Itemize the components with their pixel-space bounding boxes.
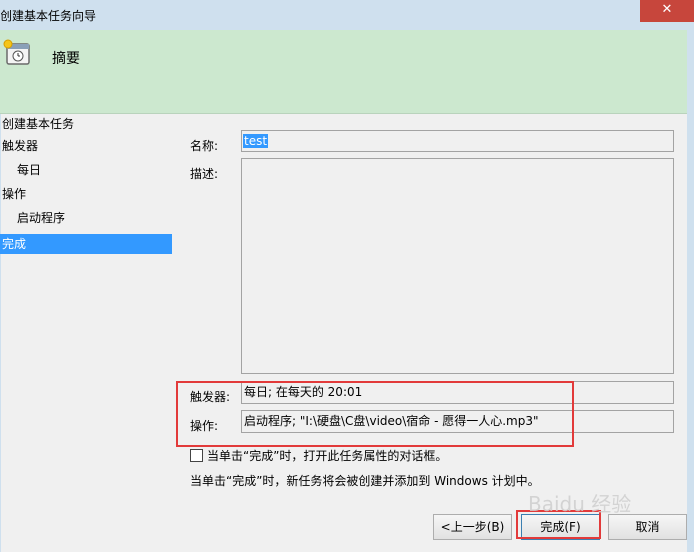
nav-step-start-program[interactable]: 启动程序	[17, 208, 65, 228]
name-field[interactable]: test	[241, 130, 674, 152]
title-bar: 创建基本任务向导	[0, 0, 694, 30]
nav-step-action[interactable]: 操作	[2, 184, 26, 204]
highlight-box	[176, 381, 574, 447]
name-value: test	[243, 134, 269, 148]
close-button[interactable]: ✕	[640, 0, 694, 22]
nav-step-create-basic-task[interactable]: 创建基本任务	[2, 114, 74, 134]
nav-step-finish[interactable]: 完成	[0, 234, 172, 254]
cancel-button[interactable]: 取消	[608, 514, 687, 540]
nav-step-label: 启动程序	[17, 211, 66, 225]
baidu-watermark: Baidu 经验	[528, 492, 632, 516]
window-title: 创建基本任务向导	[0, 9, 97, 23]
page-title: 摘要	[52, 51, 80, 67]
back-button[interactable]: <上一步(B)	[433, 514, 512, 540]
nav-step-daily[interactable]: 每日	[17, 160, 41, 180]
open-properties-checkbox-label[interactable]: 当单击“完成”时，打开此任务属性的对话框。	[207, 447, 447, 464]
nav-step-trigger[interactable]: 触发器	[2, 136, 38, 156]
description-label: 描述:	[190, 167, 219, 181]
wizard-header: 摘要	[0, 30, 687, 114]
open-properties-checkbox[interactable]	[190, 449, 203, 462]
nav-step-label: 操作	[2, 187, 27, 201]
nav-step-label: 完成	[2, 237, 27, 251]
nav-step-label: 每日	[17, 163, 42, 177]
nav-step-label: 触发器	[2, 139, 39, 153]
description-field[interactable]	[241, 158, 674, 374]
nav-step-label: 创建基本任务	[2, 117, 75, 131]
wizard-steps: 创建基本任务 触发器 每日 操作 启动程序 完成	[0, 114, 172, 514]
name-label: 名称:	[190, 139, 219, 153]
window-border-right	[687, 30, 694, 552]
info-text: 当单击“完成”时，新任务将会被创建并添加到 Windows 计划中。	[190, 474, 540, 488]
task-clock-icon	[3, 39, 30, 65]
